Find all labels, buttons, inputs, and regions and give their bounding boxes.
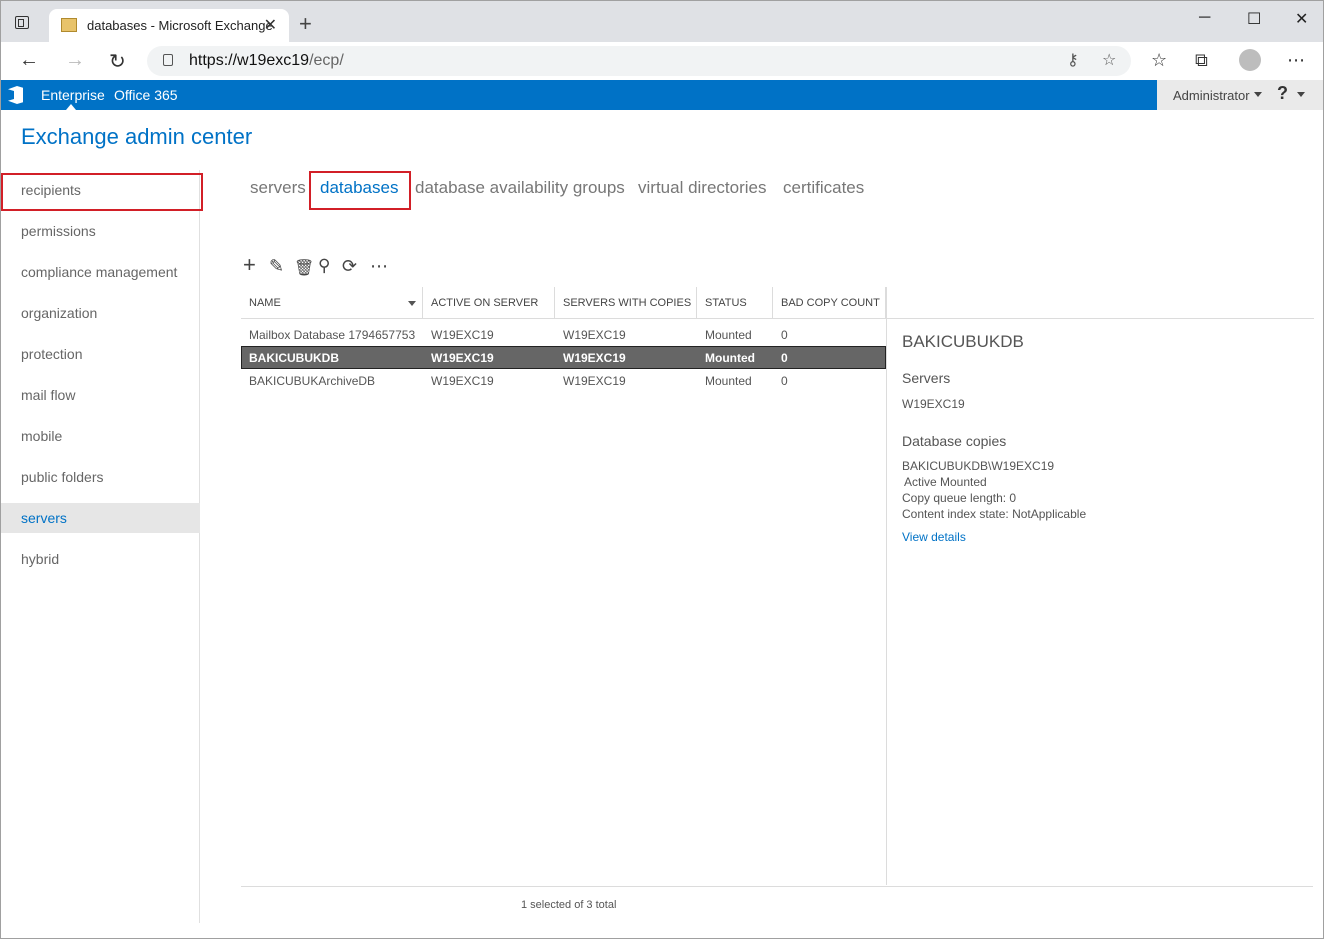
cell-servers-copies: W19EXC19: [563, 351, 626, 365]
new-tab-icon[interactable]: +: [299, 11, 312, 37]
footer-divider: [241, 886, 1313, 887]
add-icon[interactable]: +: [243, 252, 256, 278]
column-header-servers-with-copies[interactable]: SERVERS WITH COPIES: [555, 287, 697, 319]
column-label-name: NAME: [249, 297, 281, 309]
cell-status: Mounted: [705, 328, 752, 342]
nav-item-permissions[interactable]: permissions: [0, 216, 200, 246]
o365-suite-bar: Enterprise Office 365: [0, 80, 1324, 110]
maximize-icon[interactable]: ☐: [1247, 9, 1261, 29]
url-host: https://w19exc19: [189, 52, 310, 69]
sort-chevron-down-icon[interactable]: [408, 301, 416, 306]
close-tab-icon[interactable]: ✕: [264, 15, 277, 35]
help-chevron-down-icon[interactable]: [1297, 92, 1305, 97]
favorites-icon[interactable]: ☆: [1151, 50, 1167, 71]
table-row-selected[interactable]: BAKICUBUKDB W19EXC19 W19EXC19 Mounted 0: [241, 346, 886, 369]
servers-value: W19EXC19: [902, 397, 965, 411]
refresh-icon[interactable]: ↻: [109, 49, 126, 74]
lock-icon[interactable]: [163, 54, 173, 66]
exchange-favicon-icon: [61, 18, 77, 32]
enterprise-link[interactable]: Enterprise: [41, 87, 105, 103]
browser-tab[interactable]: databases - Microsoft Exchange ✕: [49, 9, 289, 43]
nav-item-public-folders[interactable]: public folders: [0, 462, 200, 492]
column-header-bad-copy-count[interactable]: BAD COPY COUNT: [773, 287, 886, 319]
url-input[interactable]: https://w19exc19/ecp/ ⚷ ☆: [147, 46, 1131, 76]
cell-active-server: W19EXC19: [431, 351, 494, 365]
cell-name: BAKICUBUKArchiveDB: [249, 374, 376, 388]
forward-icon[interactable]: →: [65, 49, 85, 72]
details-divider: [886, 287, 887, 885]
collections-icon[interactable]: ⧉: [1195, 50, 1208, 71]
close-window-icon[interactable]: ✕: [1295, 9, 1308, 29]
cell-bad-copy-count: 0: [781, 374, 788, 388]
cell-servers-copies: W19EXC19: [563, 374, 626, 388]
more-options-icon[interactable]: ⋯: [370, 256, 388, 277]
cell-active-server: W19EXC19: [431, 328, 494, 342]
search-icon[interactable]: ⚲: [318, 256, 330, 276]
add-favorite-icon[interactable]: ☆: [1102, 50, 1116, 70]
cell-status: Mounted: [705, 351, 755, 365]
browser-tab-bar: databases - Microsoft Exchange ✕ + ─ ☐ ✕: [0, 0, 1324, 43]
key-icon[interactable]: ⚷: [1067, 50, 1079, 70]
nav-item-mobile[interactable]: mobile: [0, 421, 200, 451]
details-header-divider: [886, 318, 1314, 319]
table-row[interactable]: Mailbox Database 1794657753 W19EXC19 W19…: [241, 324, 886, 346]
left-navigation: recipients permissions compliance manage…: [0, 170, 200, 923]
nav-item-mail-flow[interactable]: mail flow: [0, 380, 200, 410]
cell-name: BAKICUBUKDB: [249, 351, 339, 365]
copy-queue-length: Copy queue length: 0: [902, 491, 1017, 505]
tab-title: databases - Microsoft Exchange: [87, 18, 273, 33]
database-list: NAME ACTIVE ON SERVER SERVERS WITH COPIE…: [241, 287, 1313, 887]
column-header-name[interactable]: NAME: [241, 287, 423, 319]
cell-servers-copies: W19EXC19: [563, 328, 626, 342]
page-title: Exchange admin center: [21, 124, 253, 149]
minimize-icon[interactable]: ─: [1199, 9, 1210, 27]
cell-bad-copy-count: 0: [781, 351, 788, 365]
active-indicator-icon: [66, 104, 76, 110]
view-details-link[interactable]: View details: [902, 530, 966, 544]
tab-virtual-directories[interactable]: virtual directories: [638, 178, 767, 198]
nav-item-protection[interactable]: protection: [0, 339, 200, 369]
cell-name: Mailbox Database 1794657753: [249, 328, 416, 342]
office-logo-icon[interactable]: [8, 86, 23, 104]
refresh-list-icon[interactable]: ⟳: [342, 256, 357, 277]
selection-status: 1 selected of 3 total: [521, 899, 617, 911]
chevron-down-icon[interactable]: [1254, 92, 1262, 97]
highlight-box-databases: [309, 171, 411, 210]
highlight-box-recipients: [1, 173, 203, 211]
help-icon[interactable]: ?: [1277, 83, 1288, 104]
column-header-status[interactable]: STATUS: [697, 287, 773, 319]
tab-database-availability-groups[interactable]: database availability groups: [415, 178, 625, 198]
tab-certificates[interactable]: certificates: [783, 178, 864, 198]
content-index-state: Content index state: NotApplicable: [902, 507, 1087, 521]
user-area: Administrator ?: [1157, 80, 1324, 110]
cell-status: Mounted: [705, 374, 752, 388]
nav-item-servers[interactable]: servers: [0, 503, 200, 533]
tab-servers[interactable]: servers: [250, 178, 306, 198]
office365-link[interactable]: Office 365: [114, 87, 178, 103]
details-title: BAKICUBUKDB: [902, 332, 1024, 351]
details-pane: BAKICUBUKDB Servers W19EXC19 Database co…: [902, 332, 1302, 544]
cell-bad-copy-count: 0: [781, 328, 788, 342]
nav-item-organization[interactable]: organization: [0, 298, 200, 328]
nav-item-compliance-management[interactable]: compliance management: [0, 257, 200, 287]
nav-item-hybrid[interactable]: hybrid: [0, 544, 200, 574]
copy-name: BAKICUBUKDB\W19EXC19: [902, 459, 1055, 473]
column-header-active-on-server[interactable]: ACTIVE ON SERVER: [423, 287, 555, 319]
url-path: /ecp/: [309, 52, 344, 69]
more-menu-icon[interactable]: ⋯: [1287, 50, 1305, 71]
edit-icon[interactable]: ✎: [269, 256, 284, 277]
tab-actions-icon[interactable]: [15, 16, 29, 29]
database-copies-label: Database copies: [902, 433, 1007, 449]
user-menu[interactable]: Administrator: [1173, 88, 1250, 103]
cell-active-server: W19EXC19: [431, 374, 494, 388]
address-bar-row: ← → ↻ https://w19exc19/ecp/ ⚷ ☆ ☆ ⧉ ⋯: [0, 42, 1324, 80]
profile-avatar[interactable]: [1239, 49, 1261, 71]
servers-label: Servers: [902, 370, 951, 386]
copy-state: Active Mounted: [904, 475, 987, 489]
delete-icon[interactable]: 🗑: [294, 258, 314, 278]
table-row[interactable]: BAKICUBUKArchiveDB W19EXC19 W19EXC19 Mou…: [241, 370, 886, 392]
back-icon[interactable]: ←: [19, 49, 39, 72]
